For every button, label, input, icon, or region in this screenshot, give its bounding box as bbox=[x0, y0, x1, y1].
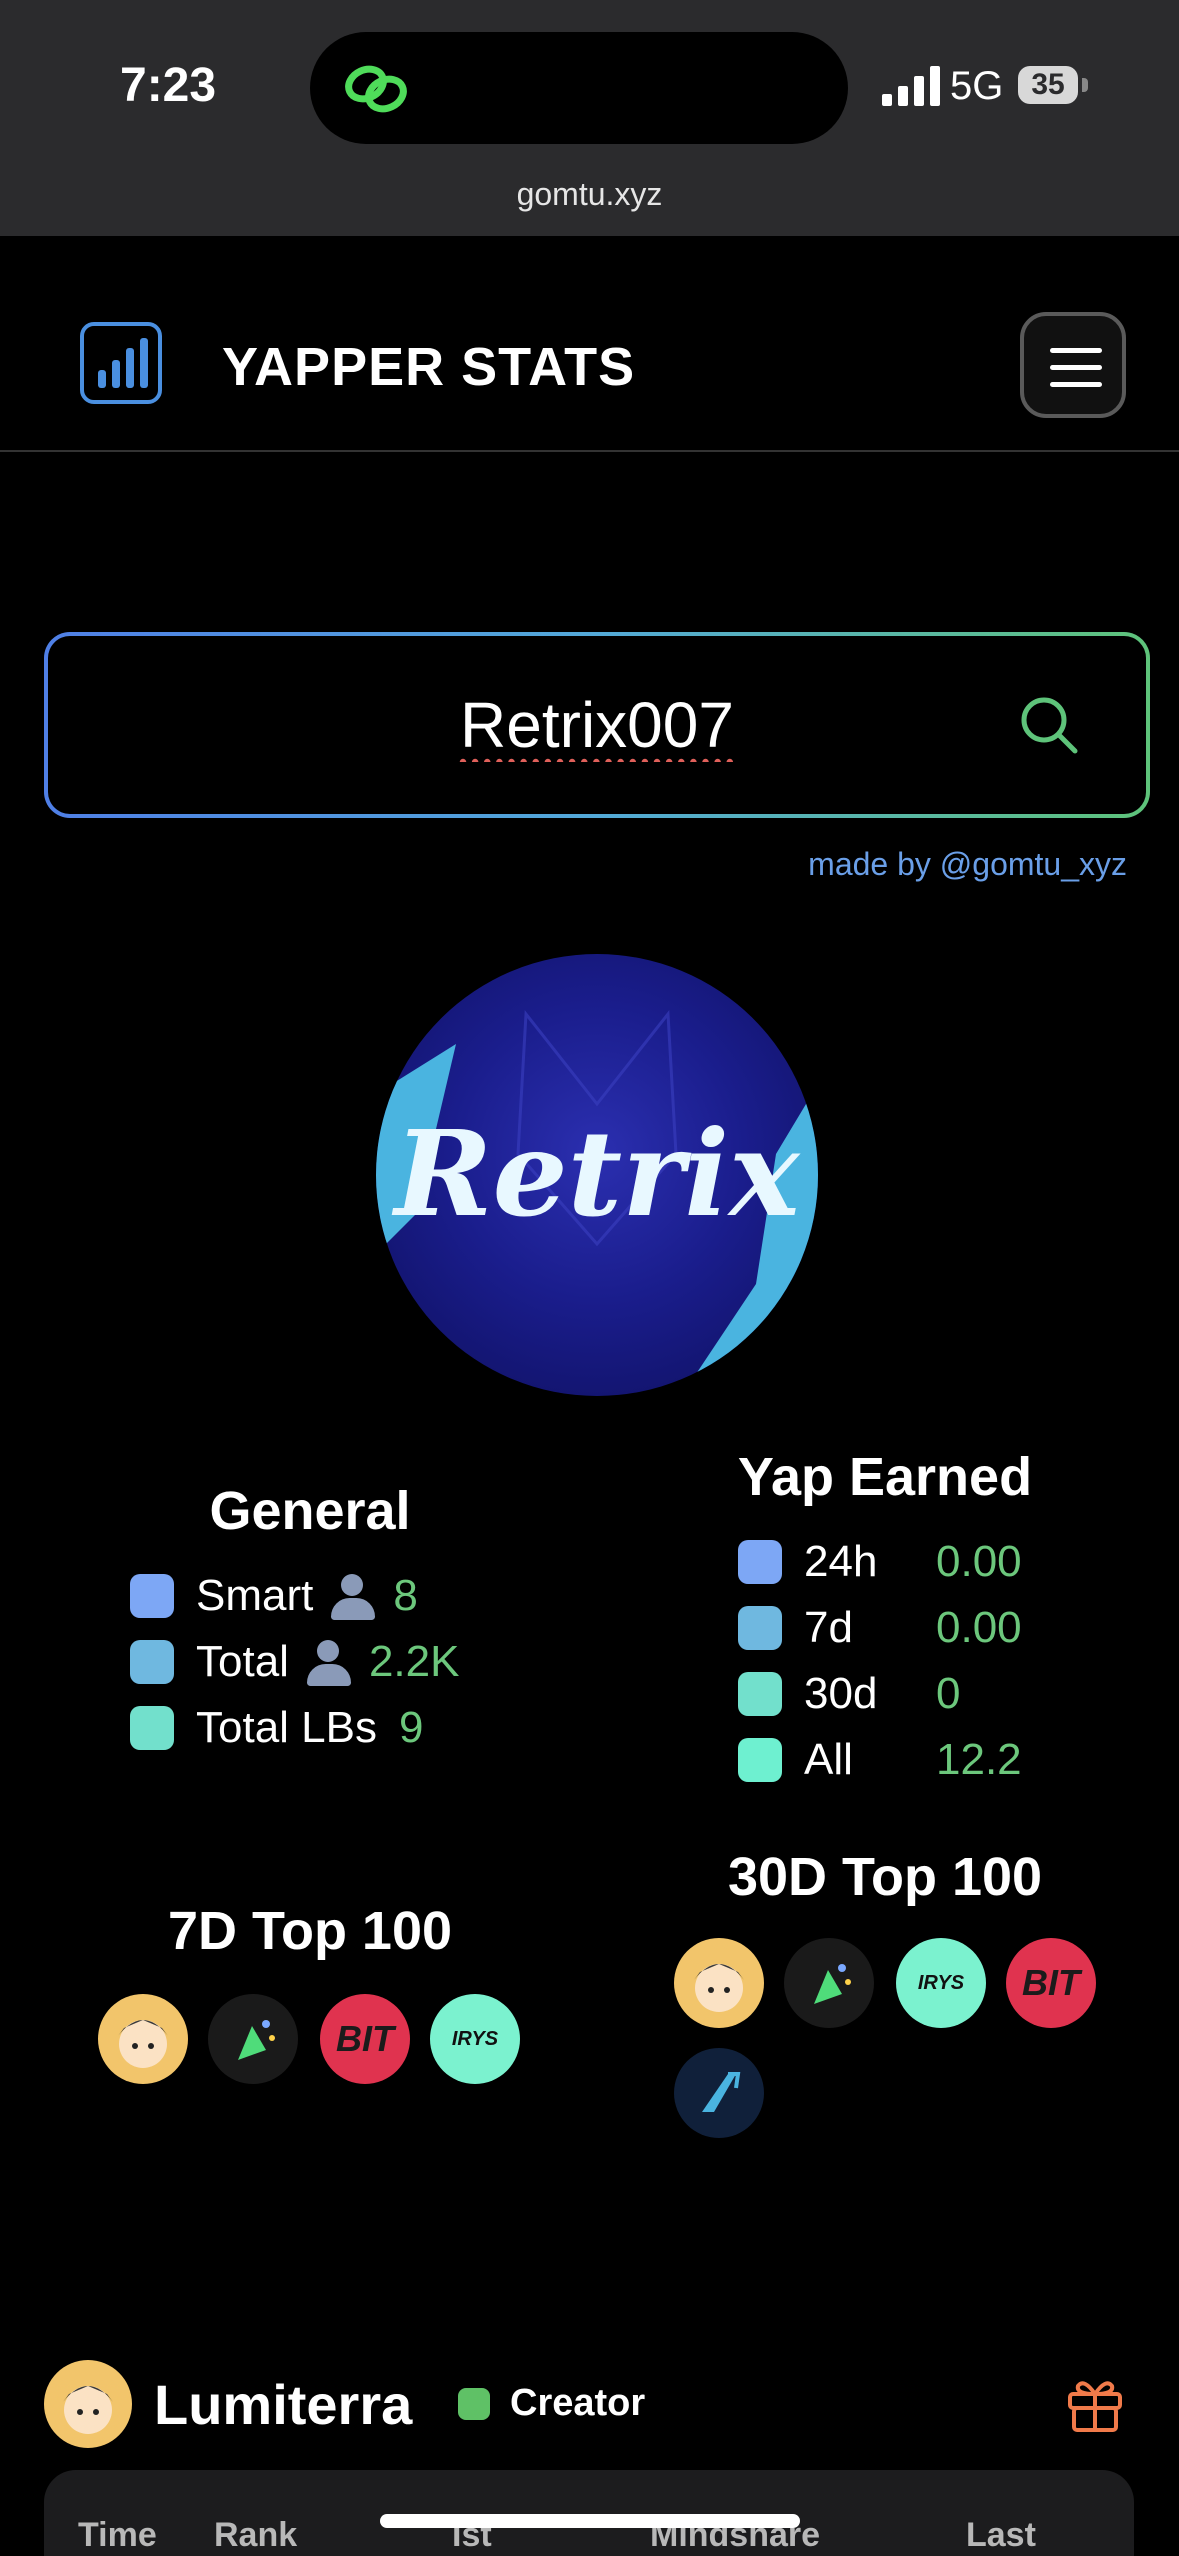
irys-logo-icon[interactable]: IRYS bbox=[896, 1938, 986, 2028]
bit-logo-icon[interactable]: BIT bbox=[320, 1994, 410, 2084]
stat-value: 0.00 bbox=[936, 1603, 1022, 1652]
stat-label: 30d bbox=[804, 1669, 878, 1718]
stat-label: All bbox=[804, 1735, 853, 1784]
legend-dot bbox=[130, 1574, 174, 1618]
top30-title: 30D Top 100 bbox=[727, 1847, 1043, 1907]
legend-dot bbox=[738, 1606, 782, 1650]
legend-dot bbox=[738, 1540, 782, 1584]
address-bar-url[interactable]: gomtu.xyz bbox=[0, 176, 1179, 213]
project-name: Lumiterra bbox=[154, 2373, 413, 2436]
arrow-logo-icon[interactable] bbox=[674, 2048, 764, 2138]
avatar-wordmark: Retrix bbox=[394, 1104, 800, 1243]
stat-value: 0 bbox=[936, 1669, 961, 1718]
gift-icon[interactable] bbox=[1064, 2372, 1126, 2434]
network-type: 5G bbox=[950, 64, 1004, 108]
irys-logo-icon[interactable]: IRYS bbox=[430, 1994, 520, 2084]
search-icon[interactable] bbox=[1018, 694, 1080, 756]
stat-value: 9 bbox=[398, 1703, 424, 1752]
battery-icon: 35 bbox=[1018, 66, 1078, 104]
role-badge-label: Creator bbox=[510, 2382, 646, 2424]
general-total-row: Total 2.2K bbox=[130, 1634, 459, 1690]
profile-avatar: Retrix bbox=[376, 954, 818, 1396]
top7-title: 7D Top 100 bbox=[167, 1901, 453, 1961]
legend-dot bbox=[738, 1738, 782, 1782]
general-title: General bbox=[209, 1481, 411, 1541]
yap-30d-row: 30d 0 bbox=[738, 1666, 960, 1722]
general-lbs-row: Total LBs 9 bbox=[130, 1700, 423, 1756]
bar-chart-icon[interactable] bbox=[80, 322, 162, 404]
link-app-icon bbox=[345, 65, 407, 113]
party-popper-icon[interactable] bbox=[784, 1938, 874, 2028]
yap-24h-row: 24h 0.00 bbox=[738, 1534, 1022, 1590]
status-bar: 7:23 5G 35 gomtu.xyz bbox=[0, 0, 1179, 236]
table-header-rank[interactable]: Rank bbox=[214, 2516, 297, 2555]
stat-label: Smart bbox=[196, 1571, 314, 1620]
project-avatar-icon[interactable] bbox=[98, 1994, 188, 2084]
general-smart-row: Smart 8 bbox=[130, 1568, 418, 1624]
signal-icon bbox=[882, 66, 940, 106]
legend-dot bbox=[130, 1706, 174, 1750]
party-popper-icon[interactable] bbox=[208, 1994, 298, 2084]
user-icon bbox=[327, 1574, 379, 1620]
yap-earned-title: Yap Earned bbox=[737, 1447, 1033, 1507]
stat-value: 12.2 bbox=[936, 1735, 1022, 1784]
legend-dot bbox=[130, 1640, 174, 1684]
project-avatar bbox=[44, 2360, 132, 2448]
user-icon bbox=[303, 1640, 355, 1686]
dynamic-island bbox=[310, 32, 848, 144]
search-box bbox=[44, 632, 1150, 818]
battery-tip bbox=[1082, 78, 1088, 92]
stat-value: 2.2K bbox=[368, 1637, 460, 1686]
bit-logo-icon[interactable]: BIT bbox=[1006, 1938, 1096, 2028]
stat-label: Total LBs bbox=[196, 1703, 377, 1752]
yap-all-row: All 12.2 bbox=[738, 1732, 1022, 1788]
legend-dot bbox=[738, 1672, 782, 1716]
stat-label: 24h bbox=[804, 1537, 878, 1586]
stat-label: 7d bbox=[804, 1603, 853, 1652]
table-header-time[interactable]: Time bbox=[78, 2516, 157, 2555]
search-input[interactable] bbox=[48, 636, 1146, 814]
home-indicator[interactable] bbox=[380, 2514, 800, 2528]
stat-value: 0.00 bbox=[936, 1537, 1022, 1586]
status-time: 7:23 bbox=[120, 59, 217, 112]
yap-7d-row: 7d 0.00 bbox=[738, 1600, 1022, 1656]
project-avatar-icon[interactable] bbox=[674, 1938, 764, 2028]
site-header: YAPPER STATS bbox=[0, 236, 1179, 452]
site-title: YAPPER STATS bbox=[222, 337, 636, 397]
stat-label: Total bbox=[196, 1637, 289, 1686]
hamburger-menu-icon[interactable] bbox=[1020, 312, 1126, 418]
role-badge-dot bbox=[458, 2388, 490, 2420]
stat-value: 8 bbox=[393, 1571, 418, 1620]
table-header-last[interactable]: Last bbox=[966, 2516, 1036, 2555]
credit-link[interactable]: made by @gomtu_xyz bbox=[808, 846, 1127, 883]
